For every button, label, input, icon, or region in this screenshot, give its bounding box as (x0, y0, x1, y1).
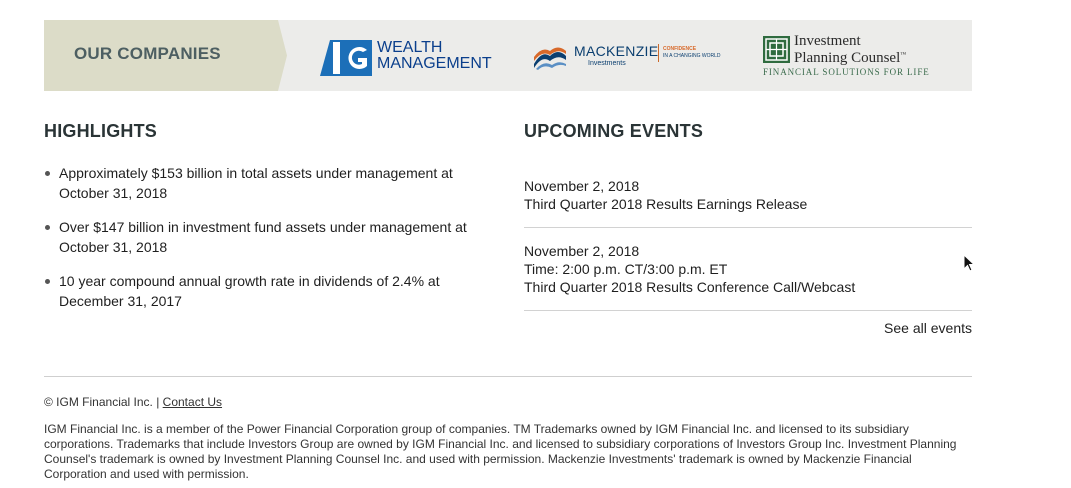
ipc-wordmark-line2: Planning Counsel (794, 50, 901, 66)
bullet-icon (45, 225, 50, 230)
ipc-tagline: FINANCIAL SOLUTIONS FOR LIFE (763, 67, 930, 77)
ig-logo-icon (320, 40, 372, 76)
footer-legal-text: IGM Financial Inc. is a member of the Po… (44, 422, 957, 481)
ipc-wordmark: Investment Planning Counsel™ (794, 33, 907, 66)
see-all-events-link[interactable]: See all events (524, 320, 972, 336)
mackenzie-sub: Investments (588, 60, 626, 67)
our-companies-label: OUR COMPANIES (74, 44, 221, 63)
highlights-list: Approximately $153 billion in total asse… (44, 163, 494, 325)
events-list: November 2, 2018 Third Quarter 2018 Resu… (524, 177, 972, 311)
ipc-emblem-icon (763, 36, 790, 63)
mackenzie-investments-logo[interactable]: MACKENZIE Investments CONFIDENCE IN A CH… (532, 42, 732, 72)
bullet-icon (45, 279, 50, 284)
investment-planning-counsel-logo[interactable]: Investment Planning Counsel™ FINANCIAL S… (762, 33, 929, 83)
mackenzie-waves-icon (534, 47, 566, 70)
mackenzie-divider (658, 44, 659, 62)
footer-copyright: © IGM Financial Inc. | Contact Us (44, 395, 222, 409)
event-item[interactable]: November 2, 2018 Time: 2:00 p.m. CT/3:00… (524, 228, 972, 311)
highlight-text: 10 year compound annual growth rate in d… (59, 273, 440, 309)
highlight-text: Over $147 billion in investment fund ass… (59, 219, 467, 255)
event-description: Third Quarter 2018 Results Conference Ca… (524, 279, 856, 295)
mackenzie-wordmark: MACKENZIE (574, 43, 659, 59)
event-date: November 2, 2018 (524, 178, 640, 194)
highlight-item: Over $147 billion in investment fund ass… (44, 217, 494, 257)
mouse-pointer-icon (963, 254, 975, 272)
companies-banner: OUR COMPANIES WEALTH MANAGEMENT MACKENZI… (44, 20, 972, 91)
upcoming-events-heading: UPCOMING EVENTS (524, 121, 704, 141)
footer-divider (44, 376, 972, 377)
event-item[interactable]: November 2, 2018 Third Quarter 2018 Resu… (524, 177, 972, 228)
ig-wordmark: WEALTH MANAGEMENT (377, 40, 492, 72)
highlight-text: Approximately $153 billion in total asse… (59, 165, 453, 201)
highlight-item: Approximately $153 billion in total asse… (44, 163, 494, 203)
ig-wordmark-line1: WEALTH (377, 39, 443, 56)
highlight-item: 10 year compound annual growth rate in d… (44, 271, 494, 311)
ig-wealth-management-logo[interactable]: WEALTH MANAGEMENT (320, 36, 495, 76)
mackenzie-tagline-2: IN A CHANGING WORLD (663, 53, 721, 59)
event-description: Third Quarter 2018 Results Earnings Rele… (524, 196, 808, 212)
event-date: November 2, 2018 (524, 243, 640, 259)
event-time: Time: 2:00 p.m. CT/3:00 p.m. ET (524, 261, 728, 277)
mackenzie-tagline-1: CONFIDENCE (663, 46, 697, 52)
ipc-trademark: ™ (900, 52, 907, 58)
ig-wordmark-line2: MANAGEMENT (377, 55, 492, 72)
bullet-icon (45, 171, 50, 176)
contact-us-link[interactable]: Contact Us (163, 395, 222, 409)
our-companies-label-block: OUR COMPANIES (44, 20, 287, 91)
ipc-wordmark-line1: Investment (794, 33, 861, 49)
highlights-heading: HIGHLIGHTS (44, 121, 157, 141)
copyright-text: © IGM Financial Inc. | (44, 395, 160, 409)
